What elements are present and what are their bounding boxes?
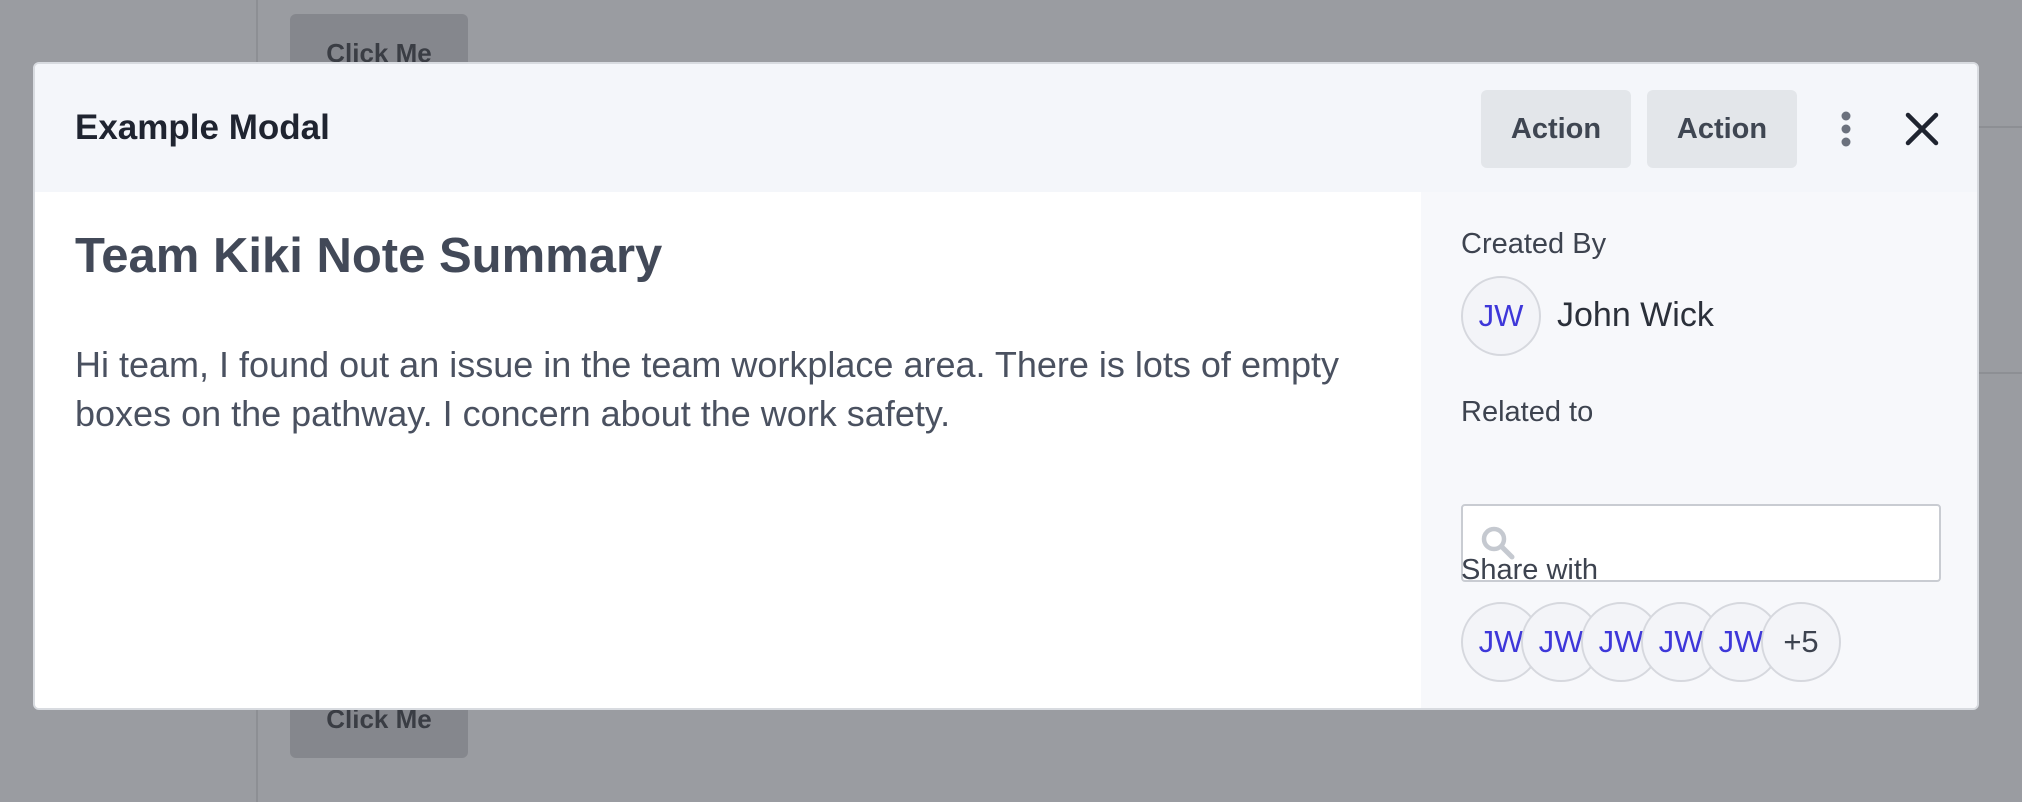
more-shared-avatar[interactable]: +5 bbox=[1761, 602, 1841, 682]
note-title: Team Kiki Note Summary bbox=[75, 229, 663, 283]
note-content: Team Kiki Note Summary Hi team, I found … bbox=[35, 192, 1421, 708]
close-icon[interactable] bbox=[1903, 110, 1941, 148]
avatar-initials: JW bbox=[1478, 298, 1524, 333]
avatar-initials: JW bbox=[1478, 624, 1524, 659]
created-by-label: Created By bbox=[1461, 228, 1607, 260]
note-body: Hi team, I found out an issue in the tea… bbox=[75, 344, 1339, 434]
modal-title: Example Modal bbox=[75, 108, 330, 147]
vertical-ellipsis-icon[interactable] bbox=[1833, 111, 1859, 147]
share-with-label: Share with bbox=[1461, 554, 1599, 586]
action-button[interactable]: Action bbox=[1647, 90, 1797, 168]
background-divider bbox=[1979, 372, 2022, 374]
note-sidebar: Created By JW John Wick Related to Share… bbox=[1421, 192, 1977, 708]
avatar-initials: JW bbox=[1598, 624, 1644, 659]
avatar-initials: JW bbox=[1538, 624, 1584, 659]
background-divider bbox=[1979, 126, 2022, 128]
modal: Example Modal Action Action Team Kiki No… bbox=[33, 62, 1979, 710]
action-button[interactable]: Action bbox=[1481, 90, 1631, 168]
more-count: +5 bbox=[1783, 624, 1819, 659]
avatar-initials: JW bbox=[1658, 624, 1704, 659]
modal-header: Example Modal Action Action bbox=[35, 64, 1977, 192]
related-to-label: Related to bbox=[1461, 396, 1594, 428]
creator-name: John Wick bbox=[1557, 296, 1714, 334]
avatar-initials: JW bbox=[1718, 624, 1764, 659]
avatar[interactable]: JW bbox=[1461, 276, 1541, 356]
